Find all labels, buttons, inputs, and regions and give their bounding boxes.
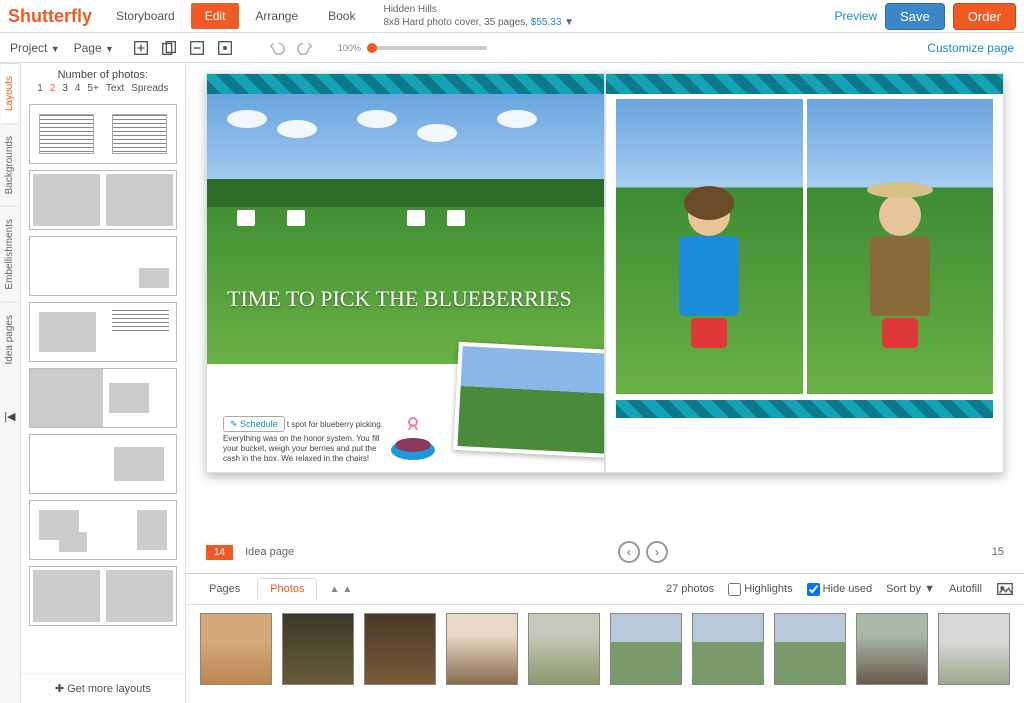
- add-photos-icon[interactable]: [996, 580, 1014, 598]
- photo-thumb[interactable]: [446, 613, 518, 685]
- filter-2[interactable]: 2: [50, 83, 56, 94]
- project-dropdown[interactable]: Project ▼: [10, 41, 60, 55]
- order-button[interactable]: Order: [953, 3, 1016, 30]
- page-number-right: 15: [992, 546, 1004, 558]
- sidetab-backgrounds[interactable]: Backgrounds: [1, 123, 18, 206]
- sidetab-idea-pages[interactable]: Idea pages: [1, 302, 18, 377]
- bottom-tab-pages[interactable]: Pages: [196, 578, 253, 600]
- caption-text[interactable]: ✎ Schedule t spot for blueberry picking.…: [223, 416, 383, 464]
- photo-thumb[interactable]: [938, 613, 1010, 685]
- tab-arrange[interactable]: Arrange: [241, 3, 312, 29]
- layout-option[interactable]: [29, 368, 177, 428]
- photo-thumb[interactable]: [610, 613, 682, 685]
- collapse-sidebar-icon[interactable]: |◀: [4, 410, 15, 423]
- pie-sticker[interactable]: [387, 412, 439, 462]
- decorative-border: [207, 74, 604, 94]
- bottom-tab-photos[interactable]: Photos: [257, 578, 317, 600]
- filter-spreads[interactable]: Spreads: [131, 83, 168, 94]
- highlights-checkbox[interactable]: Highlights: [728, 583, 792, 596]
- photo-thumb[interactable]: [200, 613, 272, 685]
- book-spec: 8x8 Hard photo cover, 35 pages,: [383, 17, 530, 28]
- main-photo[interactable]: TIME TO PICK THE BLUEBERRIES: [207, 94, 604, 364]
- prev-page-button[interactable]: ‹: [618, 541, 640, 563]
- filter-3[interactable]: 3: [62, 83, 68, 94]
- layout-option[interactable]: [29, 434, 177, 494]
- autofill-button[interactable]: Autofill: [949, 583, 982, 595]
- filter-4[interactable]: 4: [75, 83, 81, 94]
- filter-text[interactable]: Text: [106, 83, 124, 94]
- layout-option[interactable]: [29, 566, 177, 626]
- layout-option[interactable]: [29, 500, 177, 560]
- photo-thumb[interactable]: [774, 613, 846, 685]
- photo-thumb[interactable]: [528, 613, 600, 685]
- layouts-filters: 1 2 3 4 5+ Text Spreads: [21, 83, 185, 98]
- filter-5plus[interactable]: 5+: [87, 83, 98, 94]
- book-price[interactable]: $55.33: [531, 17, 562, 28]
- redo-icon[interactable]: [296, 39, 314, 57]
- sidetab-embellishments[interactable]: Embellishments: [1, 206, 18, 302]
- photo-thumb[interactable]: [692, 613, 764, 685]
- get-more-layouts[interactable]: ✚ Get more layouts: [21, 673, 185, 703]
- photo-thumb[interactable]: [856, 613, 928, 685]
- sidetab-layouts[interactable]: Layouts: [1, 63, 18, 123]
- layout-option[interactable]: [29, 236, 177, 296]
- photo-count: 27 photos: [666, 583, 714, 595]
- page-dropdown[interactable]: Page ▼: [74, 41, 114, 55]
- save-button[interactable]: Save: [885, 3, 945, 30]
- book-title: Hidden Hills: [383, 3, 574, 16]
- page-title-text[interactable]: TIME TO PICK THE BLUEBERRIES: [227, 286, 572, 312]
- photo-tray[interactable]: [186, 605, 1024, 703]
- next-page-button[interactable]: ›: [646, 541, 668, 563]
- photo-slot[interactable]: [807, 99, 994, 394]
- photo-thumb[interactable]: [364, 613, 436, 685]
- preview-link[interactable]: Preview: [834, 9, 877, 23]
- panel-resize-icon[interactable]: ▲▲: [329, 584, 352, 595]
- tab-storyboard[interactable]: Storyboard: [102, 3, 189, 29]
- add-page-icon[interactable]: [132, 39, 150, 57]
- layout-option[interactable]: [29, 104, 177, 164]
- tab-edit[interactable]: Edit: [191, 3, 240, 29]
- layout-option[interactable]: [29, 170, 177, 230]
- book-spread[interactable]: TIME TO PICK THE BLUEBERRIES ✎ Schedule …: [206, 73, 1004, 473]
- inset-photo[interactable]: [453, 342, 605, 458]
- undo-icon[interactable]: [268, 39, 286, 57]
- remove-page-icon[interactable]: [188, 39, 206, 57]
- photo-slot[interactable]: [616, 99, 803, 394]
- page-number-left: 14: [206, 545, 233, 560]
- sort-dropdown[interactable]: Sort by ▼: [886, 583, 935, 595]
- layout-option[interactable]: [29, 302, 177, 362]
- decorative-border: [606, 74, 1003, 94]
- filter-1[interactable]: 1: [37, 83, 43, 94]
- layouts-heading: Number of photos:: [21, 63, 185, 83]
- schedule-button[interactable]: ✎ Schedule: [223, 416, 285, 432]
- duplicate-page-icon[interactable]: [160, 39, 178, 57]
- photo-thumb[interactable]: [282, 613, 354, 685]
- zoom-value: 100%: [338, 43, 361, 53]
- logo: Shutterfly: [8, 6, 100, 27]
- zoom-slider[interactable]: [367, 46, 487, 50]
- price-caret-icon[interactable]: ▼: [564, 17, 574, 28]
- book-info: Hidden Hills 8x8 Hard photo cover, 35 pa…: [383, 3, 574, 29]
- customize-page-link[interactable]: Customize page: [927, 41, 1014, 55]
- idea-page-label[interactable]: Idea page: [245, 546, 294, 558]
- decorative-border: [616, 400, 993, 418]
- clear-page-icon[interactable]: [216, 39, 234, 57]
- hide-used-checkbox[interactable]: Hide used: [807, 583, 873, 596]
- tab-book[interactable]: Book: [314, 3, 369, 29]
